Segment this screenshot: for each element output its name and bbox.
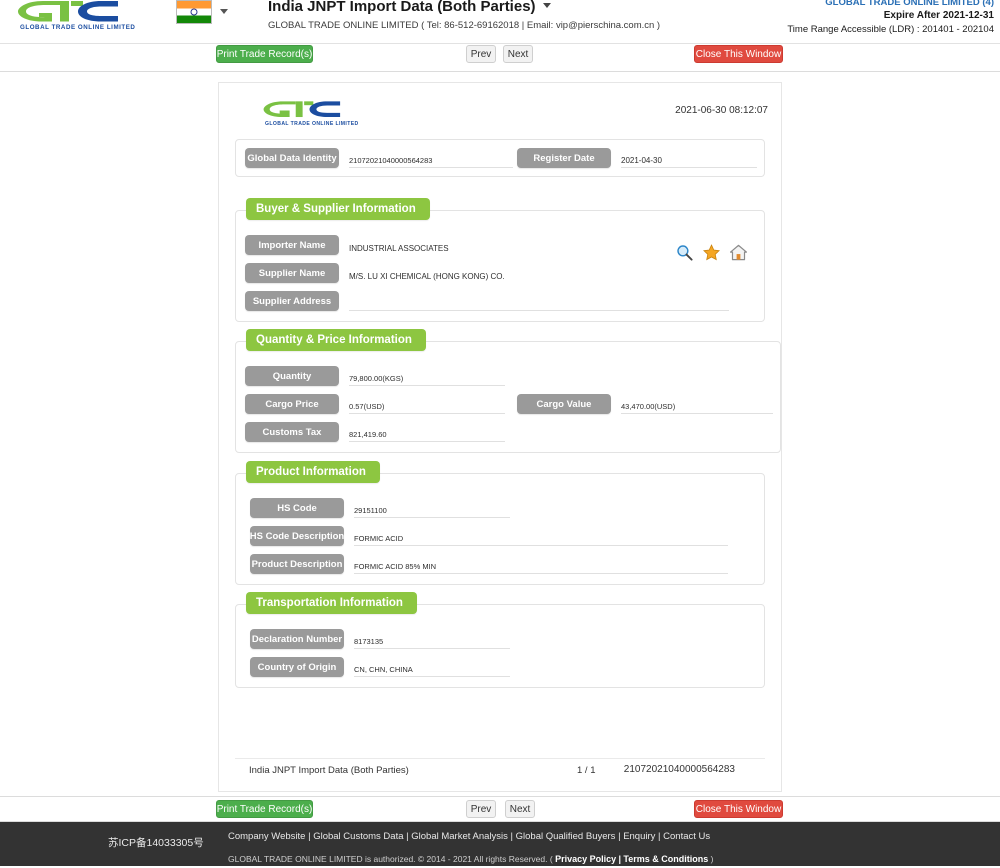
- record-action-icons: [675, 243, 748, 262]
- document-page-indicator: 1 / 1: [577, 765, 596, 776]
- hs-code-label: HS Code: [250, 498, 344, 518]
- home-icon[interactable]: [729, 243, 748, 262]
- document-footer: India JNPT Import Data (Both Parties) 1 …: [235, 758, 765, 782]
- country-dropdown-caret-icon[interactable]: [220, 9, 228, 14]
- country-of-origin-value: CN, CHN, CHINA: [354, 657, 510, 677]
- hs-code-value: 29151100: [354, 498, 510, 518]
- register-date-value: 2021-04-30: [621, 148, 757, 168]
- footer-copyright: GLOBAL TRADE ONLINE LIMITED is authorize…: [228, 854, 713, 864]
- company-contact-line: GLOBAL TRADE ONLINE LIMITED ( Tel: 86-51…: [268, 20, 661, 31]
- gto-logo-icon: [18, 1, 118, 22]
- prev-button[interactable]: Prev: [466, 45, 496, 63]
- toolbar-top: Print Trade Record(s) Prev Next Close Th…: [0, 44, 1000, 72]
- document-footer-title: India JNPT Import Data (Both Parties): [249, 765, 409, 776]
- search-icon[interactable]: [675, 243, 694, 262]
- close-window-button[interactable]: Close This Window: [694, 45, 783, 63]
- close-window-button-bottom[interactable]: Close This Window: [694, 800, 783, 818]
- document-area: GLOBAL TRADE ONLINE LIMITED 2021-06-30 0…: [0, 72, 1000, 796]
- next-button-bottom[interactable]: Next: [505, 800, 535, 818]
- product-information-card: Product Information HS Code 29151100 HS …: [235, 461, 765, 585]
- identity-card: Global Data Identity 2107202104000056428…: [235, 139, 765, 177]
- page-footer: 苏ICP备14033305号 Company Website | Global …: [0, 822, 1000, 866]
- icp-license: 苏ICP备14033305号: [108, 837, 204, 849]
- importer-name-label: Importer Name: [245, 235, 339, 255]
- customs-tax-label: Customs Tax: [245, 422, 339, 442]
- terms-conditions-link[interactable]: Terms & Conditions: [623, 854, 708, 864]
- india-flag-icon[interactable]: [176, 0, 212, 24]
- transportation-information-legend: Transportation Information: [246, 592, 417, 614]
- supplier-name-value: M/S. LU XI CHEMICAL (HONG KONG) CO.: [349, 272, 505, 281]
- quantity-value: 79,800.00(KGS): [349, 366, 505, 386]
- trade-record-page: GLOBAL TRADE ONLINE LIMITED 2021-06-30 0…: [218, 82, 782, 792]
- buyer-supplier-card: Buyer & Supplier Information Importer Na…: [235, 198, 765, 322]
- customs-tax-value: 821,419.60: [349, 422, 505, 442]
- account-time-range: Time Range Accessible (LDR) : 201401 - 2…: [787, 24, 994, 35]
- document-logo: GLOBAL TRADE ONLINE LIMITED: [259, 98, 358, 128]
- title-block: India JNPT Import Data (Both Parties) GL…: [268, 0, 660, 31]
- supplier-address-label: Supplier Address: [245, 291, 339, 311]
- title-dropdown-caret-icon[interactable]: [542, 3, 551, 8]
- account-name: GLOBAL TRADE ONLINE LIMITED (4): [825, 0, 994, 8]
- footer-link-company-website[interactable]: Company Website: [228, 831, 305, 842]
- gto-logo-icon: [263, 101, 341, 118]
- cargo-price-label: Cargo Price: [245, 394, 339, 414]
- ashoka-chakra-icon: [190, 8, 198, 16]
- footer-link-enquiry[interactable]: Enquiry: [623, 831, 655, 842]
- privacy-policy-link[interactable]: Privacy Policy: [555, 854, 616, 864]
- footer-copyright-text: GLOBAL TRADE ONLINE LIMITED is authorize…: [228, 854, 548, 864]
- gto-logo[interactable]: GLOBAL TRADE ONLINE LIMITED: [12, 0, 135, 32]
- cargo-value-label: Cargo Value: [517, 394, 611, 414]
- global-data-identity-label: Global Data Identity: [245, 148, 339, 168]
- supplier-name-label: Supplier Name: [245, 263, 339, 283]
- hs-code-description-value: FORMIC ACID: [354, 526, 728, 546]
- page-title: India JNPT Import Data (Both Parties): [268, 0, 536, 15]
- product-description-value: FORMIC ACID 85% MIN: [354, 554, 728, 574]
- global-data-identity-value: 21072021040000564283: [349, 148, 513, 168]
- hs-code-description-label: HS Code Description: [250, 526, 344, 546]
- footer-link-global-qualified-buyers[interactable]: Global Qualified Buyers: [516, 831, 616, 842]
- declaration-number-value: 8173135: [354, 629, 510, 649]
- register-date-label: Register Date: [517, 148, 611, 168]
- top-header: GLOBAL TRADE ONLINE LIMITED India JNPT I…: [0, 0, 1000, 44]
- logo-caption: GLOBAL TRADE ONLINE LIMITED: [20, 24, 136, 31]
- footer-links: Company Website | Global Customs Data | …: [228, 831, 711, 842]
- supplier-address-value: [349, 291, 729, 311]
- account-expiry: Expire After 2021-12-31: [883, 10, 994, 21]
- transportation-information-card: Transportation Information Declaration N…: [235, 592, 765, 688]
- account-info: GLOBAL TRADE ONLINE LIMITED (4) Expire A…: [787, 0, 994, 37]
- product-information-legend: Product Information: [246, 461, 380, 483]
- cargo-price-value: 0.57(USD): [349, 394, 505, 414]
- quantity-price-card: Quantity & Price Information Quantity 79…: [235, 329, 781, 453]
- product-description-label: Product Description: [250, 554, 344, 574]
- print-trade-records-button[interactable]: Print Trade Record(s): [216, 45, 313, 63]
- star-icon[interactable]: [702, 243, 721, 262]
- buyer-supplier-legend: Buyer & Supplier Information: [246, 198, 430, 220]
- footer-link-contact-us[interactable]: Contact Us: [663, 831, 710, 842]
- quantity-label: Quantity: [245, 366, 339, 386]
- document-footer-identity: 21072021040000564283: [623, 764, 735, 775]
- footer-link-global-market-analysis[interactable]: Global Market Analysis: [411, 831, 508, 842]
- prev-button-bottom[interactable]: Prev: [466, 800, 496, 818]
- declaration-number-label: Declaration Number: [250, 629, 344, 649]
- document-timestamp: 2021-06-30 08:12:07: [675, 105, 768, 116]
- country-of-origin-label: Country of Origin: [250, 657, 344, 677]
- quantity-price-legend: Quantity & Price Information: [246, 329, 426, 351]
- cargo-value-value: 43,470.00(USD): [621, 394, 773, 414]
- toolbar-bottom: Print Trade Record(s) Prev Next Close Th…: [0, 796, 1000, 822]
- print-trade-records-button-bottom[interactable]: Print Trade Record(s): [216, 800, 313, 818]
- next-button[interactable]: Next: [503, 45, 533, 63]
- importer-name-value: INDUSTRIAL ASSOCIATES: [349, 244, 449, 253]
- footer-link-global-customs-data[interactable]: Global Customs Data: [313, 831, 403, 842]
- footer-legal-group: ( Privacy Policy | Terms & Conditions ): [549, 854, 714, 864]
- document-logo-caption: GLOBAL TRADE ONLINE LIMITED: [265, 121, 359, 127]
